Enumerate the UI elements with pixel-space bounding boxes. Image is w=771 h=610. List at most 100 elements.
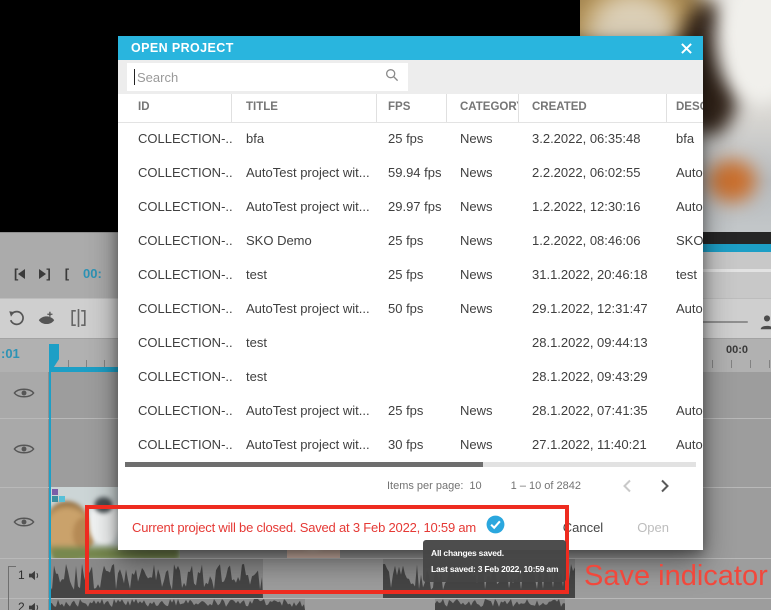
cell-created: 28.1.2022, 07:41:35 [519, 394, 667, 428]
goto-end-icon[interactable]: ] [39, 266, 50, 281]
column-header-created[interactable]: CREATED [519, 94, 667, 122]
tooltip-line2: Last saved: 3 Feb 2022, 10:59 am [431, 561, 558, 577]
ruler-tick [731, 360, 732, 368]
close-warning-text: Current project will be closed. Saved at… [132, 520, 476, 535]
mark-in-icon[interactable]: [ [65, 266, 69, 281]
cell-category: News [447, 428, 519, 462]
table-row[interactable]: COLLECTION-...AutoTest project wit...50 … [118, 292, 703, 326]
table-row[interactable]: COLLECTION-...AutoTest project wit...59.… [118, 156, 703, 190]
items-per-page-value[interactable]: 10 [469, 480, 481, 492]
ruler-tick [750, 360, 751, 368]
table-row[interactable]: COLLECTION-...SKO Demo25 fpsNews1.2.2022… [118, 224, 703, 258]
speaker-icon[interactable] [29, 570, 40, 581]
audio-clip[interactable] [435, 599, 565, 610]
cell-title: test [232, 360, 377, 394]
cell-title: SKO Demo [232, 224, 377, 258]
project-table-header: IDTITLEFPSCATEGORYCREATEDDESCRIPTION [118, 94, 703, 123]
cell-fps: 25 fps [377, 122, 447, 156]
table-row[interactable]: COLLECTION-...test25 fpsNews31.1.2022, 2… [118, 258, 703, 292]
waveform [50, 559, 263, 598]
cell-description: SKO Demo [667, 224, 703, 258]
cell-fps: 29.97 fps [377, 190, 447, 224]
cell-title: test [232, 258, 377, 292]
cell-fps: 25 fps [377, 258, 447, 292]
column-header-description[interactable]: DESCRIPTION [667, 94, 703, 122]
tooltip-line1: All changes saved. [431, 545, 558, 561]
cell-id: COLLECTION-... [118, 394, 232, 428]
waveform [50, 599, 305, 610]
dialog-footer: Current project will be closed. Saved at… [118, 504, 703, 550]
scrollbar-thumb[interactable] [125, 462, 483, 467]
waveform [435, 599, 565, 610]
cell-id: COLLECTION-... [118, 122, 232, 156]
audio-group-bracket [8, 566, 16, 610]
cell-created: 2.2.2022, 06:02:55 [519, 156, 667, 190]
speaker-icon[interactable] [29, 602, 40, 610]
cell-description: AutoTest project wit... [667, 394, 703, 428]
chevron-left-icon[interactable] [615, 474, 639, 498]
cell-id: COLLECTION-... [118, 292, 232, 326]
cell-category: News [447, 156, 519, 190]
split-clip-icon[interactable] [68, 308, 88, 328]
open-button[interactable]: Open [635, 516, 671, 539]
column-header-fps[interactable]: FPS [377, 94, 447, 122]
audio-clip[interactable] [50, 559, 263, 598]
goto-start-icon[interactable]: [ [14, 266, 25, 281]
cell-category: News [447, 122, 519, 156]
check-circle-icon[interactable] [486, 515, 505, 539]
cell-category: News [447, 190, 519, 224]
cancel-button[interactable]: Cancel [561, 516, 605, 539]
track2-visibility-eye-icon[interactable] [13, 442, 35, 456]
items-per-page-label: Items per page: [387, 480, 463, 492]
clip-marker [52, 489, 58, 495]
open-project-dialog: OPEN PROJECT Search IDTITLEFPSCATEGORYCR… [118, 36, 703, 550]
table-row[interactable]: COLLECTION-...AutoTest project wit...29.… [118, 190, 703, 224]
cell-id: COLLECTION-... [118, 190, 232, 224]
annotation-save-indicator-label: Save indicator [584, 560, 768, 593]
cell-category [447, 326, 519, 360]
paginator: Items per page: 10 1 – 10 of 2842 [118, 468, 703, 504]
cell-category: News [447, 394, 519, 428]
text-caret [134, 69, 135, 85]
column-header-id[interactable]: ID [118, 94, 232, 122]
cell-description: bfa [667, 122, 703, 156]
table-row[interactable]: COLLECTION-...test28.1.2022, 09:44:13 [118, 326, 703, 360]
column-header-category[interactable]: CATEGORY [447, 94, 519, 122]
cell-created: 3.2.2022, 06:35:48 [519, 122, 667, 156]
cell-description: AutoTest project wit... [667, 190, 703, 224]
app-root: [ ] [ 00: :01 00:0 [0, 0, 771, 610]
dialog-title: OPEN PROJECT [118, 41, 234, 55]
cell-created: 27.1.2022, 11:40:21 [519, 428, 667, 462]
table-row[interactable]: COLLECTION-...AutoTest project wit...30 … [118, 428, 703, 462]
track3-visibility-eye-icon[interactable] [13, 515, 35, 529]
table-row[interactable]: COLLECTION-...AutoTest project wit...25 … [118, 394, 703, 428]
undo-icon[interactable] [6, 308, 26, 328]
cell-category [447, 360, 519, 394]
project-table-body: COLLECTION-...bfa25 fpsNews3.2.2022, 06:… [118, 122, 703, 462]
save-status-tooltip: All changes saved. Last saved: 3 Feb 202… [423, 540, 566, 582]
playhead-line[interactable] [49, 344, 51, 610]
audio-track1-number: 1 [18, 568, 25, 582]
table-row[interactable]: COLLECTION-...test28.1.2022, 09:43:29 [118, 360, 703, 394]
cell-title: AutoTest project wit... [232, 190, 377, 224]
cell-description: test [667, 258, 703, 292]
person-icon[interactable] [758, 313, 771, 336]
cell-title: AutoTest project wit... [232, 292, 377, 326]
audio-clip[interactable] [50, 599, 305, 610]
close-icon[interactable] [679, 41, 693, 55]
table-row[interactable]: COLLECTION-... bfa 25 fpsNews3.2.2022, 06:… [118, 122, 703, 156]
chevron-right-icon[interactable] [653, 474, 677, 498]
cell-id: COLLECTION-... [118, 326, 232, 360]
ruler-tick [712, 360, 713, 368]
search-input[interactable]: Search [127, 63, 408, 91]
add-keyframe-eye-icon[interactable] [36, 308, 56, 328]
horizontal-scrollbar[interactable] [125, 462, 696, 467]
cell-created: 31.1.2022, 20:46:18 [519, 258, 667, 292]
column-header-title[interactable]: TITLE [232, 94, 377, 122]
cell-description: AutoTest project wit... [667, 292, 703, 326]
audio-track2-number: 2 [18, 600, 25, 610]
ruler-timecode-left: :01 [1, 346, 20, 361]
video-blob-orange [708, 160, 756, 202]
cell-fps: 50 fps [377, 292, 447, 326]
track1-visibility-eye-icon[interactable] [13, 386, 35, 400]
